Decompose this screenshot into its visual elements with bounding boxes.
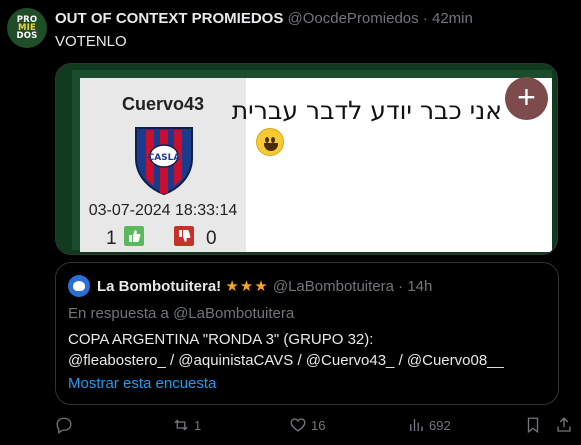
tweet-media[interactable]: Cuervo43 CASLA 03-07-2024 18:33:14 1 0 א… [55, 63, 558, 255]
reply-prefix: En respuesta a [68, 305, 169, 322]
card-datetime: 03-07-2024 18:33:14 [88, 202, 238, 219]
views-icon [410, 419, 423, 431]
reply-context: En respuesta a @LaBombotuitera [68, 305, 294, 322]
views-button[interactable]: 692 [407, 416, 451, 434]
quoted-handle[interactable]: @LaBombotuitera [273, 278, 394, 295]
quoted-tweet[interactable]: La Bombotuitera! ★★★ @LaBombotuitera · 1… [55, 262, 559, 405]
bookmark-icon [527, 417, 539, 434]
timestamp[interactable]: 42min [432, 10, 473, 27]
like-count-total: 16 [311, 417, 326, 433]
club-crest-icon: CASLA [135, 127, 193, 196]
quoted-timestamp[interactable]: 14h [407, 278, 432, 295]
retweet-button[interactable]: 1 [172, 416, 201, 434]
quoted-author[interactable]: La Bombotuitera! [97, 278, 221, 295]
bookmark-button[interactable] [524, 416, 542, 434]
reply-icon [56, 417, 72, 434]
share-button[interactable] [555, 416, 573, 434]
tweet-text: VOTENLO [55, 33, 127, 50]
quoted-avatar[interactable] [68, 275, 90, 297]
quoted-line-2: @fleabostero_ / @aquinistaCAVS / @Cuervo… [68, 352, 504, 369]
view-count: 692 [429, 417, 451, 433]
hebrew-message: אני כבר יודע לדבר עברית [231, 96, 502, 125]
action-bar: 1 16 692 [0, 416, 581, 442]
dislike-count: 0 [206, 228, 217, 249]
thumbs-down-icon [174, 226, 194, 246]
user-card: Cuervo43 CASLA 03-07-2024 18:33:14 1 0 [80, 78, 246, 252]
card-username: Cuervo43 [121, 94, 205, 114]
media-frame: Cuervo43 CASLA 03-07-2024 18:33:14 1 0 א… [72, 70, 552, 252]
star-icons: ★★★ [225, 278, 269, 295]
share-icon [557, 417, 571, 432]
svg-text:CASLA: CASLA [148, 153, 181, 163]
quoted-line-1: COPA ARGENTINA "RONDA 3" (GRUPO 32): [68, 331, 374, 348]
quoted-text: COPA ARGENTINA "RONDA 3" (GRUPO 32): @fl… [68, 329, 504, 371]
quoted-header: La Bombotuitera! ★★★ @LaBombotuitera · 1… [97, 277, 432, 295]
like-count: 1 [106, 228, 117, 249]
separator: · [422, 10, 428, 27]
tweet: PRO MIE DOS OUT OF CONTEXT PROMIEDOS @Oo… [0, 0, 581, 445]
reply-mention[interactable]: @LaBombotuitera [173, 305, 294, 322]
like-button[interactable]: 16 [289, 416, 325, 434]
reply-button[interactable] [55, 416, 77, 434]
tweet-header: OUT OF CONTEXT PROMIEDOS @OocdePromiedos… [55, 10, 473, 27]
author-name[interactable]: OUT OF CONTEXT PROMIEDOS [55, 10, 283, 27]
author-handle[interactable]: @OocdePromiedos [288, 10, 419, 27]
avatar[interactable]: PRO MIE DOS [7, 8, 47, 48]
grinning-face-icon [256, 128, 284, 156]
retweet-icon [174, 419, 188, 431]
show-poll-link[interactable]: Mostrar esta encuesta [68, 375, 216, 392]
heart-icon [290, 418, 306, 432]
thumbs-up-icon [124, 226, 144, 246]
retweet-count: 1 [194, 417, 202, 433]
add-button[interactable]: + [505, 77, 548, 120]
separator: · [398, 278, 404, 295]
promiedos-logo: PRO MIE DOS [16, 15, 38, 41]
